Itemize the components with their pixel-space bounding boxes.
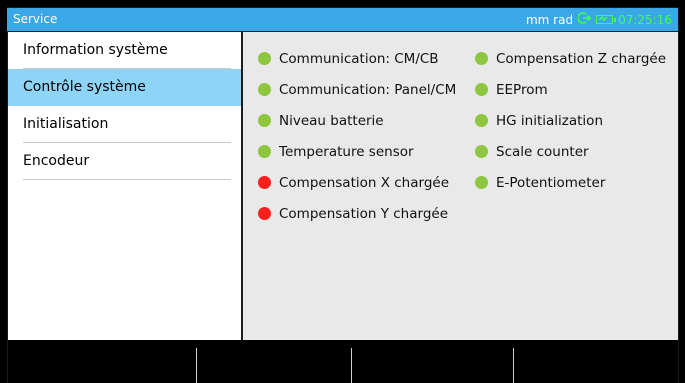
window-title: Service — [13, 12, 58, 26]
sidebar-item-label: Encodeur — [23, 153, 90, 169]
status-item: Scale counter — [475, 136, 666, 167]
status-label: Scale counter — [496, 143, 589, 160]
softkey-divider — [351, 348, 352, 383]
softkey-bar — [8, 340, 678, 383]
softkey-divider — [196, 348, 197, 383]
status-item: HG initialization — [475, 105, 666, 136]
sidebar-menu: Information système Contrôle système Ini… — [8, 32, 241, 340]
status-label: HG initialization — [496, 112, 603, 129]
status-column-right: Compensation Z chargée EEProm HG initial… — [475, 43, 666, 198]
system-check-panel: Communication: CM/CB Communication: Pane… — [243, 32, 678, 340]
status-ok-indicator — [258, 83, 271, 96]
status-label: Communication: Panel/CM — [279, 81, 457, 98]
sidebar-item-encodeur[interactable]: Encodeur — [8, 143, 241, 180]
status-ok-indicator — [475, 83, 488, 96]
status-label: EEProm — [496, 81, 548, 98]
sidebar-item-initialisation[interactable]: Initialisation — [8, 106, 241, 143]
title-bar: Service mm rad 07:25:16 — [7, 8, 678, 31]
status-item: Compensation X chargée — [258, 167, 456, 198]
status-ok-indicator — [258, 52, 271, 65]
status-label: Compensation Z chargée — [496, 50, 667, 67]
status-ok-indicator — [475, 145, 488, 158]
softkey-divider — [513, 348, 514, 383]
status-label: Communication: CM/CB — [279, 50, 439, 67]
status-ok-indicator — [475, 176, 488, 189]
sidebar-item-label: Initialisation — [23, 116, 109, 132]
status-label: Compensation X chargée — [279, 174, 450, 191]
clock: 07:25:16 — [618, 12, 672, 27]
sidebar-item-label: Contrôle système — [23, 79, 146, 95]
status-label: Niveau batterie — [279, 112, 384, 129]
status-column-left: Communication: CM/CB Communication: Pane… — [258, 43, 456, 229]
status-item: Communication: CM/CB — [258, 43, 456, 74]
status-item: Temperature sensor — [258, 136, 456, 167]
status-item: Compensation Y chargée — [258, 198, 456, 229]
sidebar-item-controle-systeme[interactable]: Contrôle système — [8, 69, 241, 106]
status-ok-indicator — [475, 52, 488, 65]
battery-icon — [596, 15, 617, 24]
sidebar-item-information-systeme[interactable]: Information système — [8, 32, 241, 69]
status-ok-indicator — [258, 114, 271, 127]
status-item: Niveau batterie — [258, 105, 456, 136]
status-item: EEProm — [475, 74, 666, 105]
status-item: Communication: Panel/CM — [258, 74, 456, 105]
status-error-indicator — [258, 176, 271, 189]
status-error-indicator — [258, 207, 271, 220]
status-label: E-Potentiometer — [496, 174, 606, 191]
status-item: Compensation Z chargée — [475, 43, 666, 74]
status-ok-indicator — [475, 114, 488, 127]
units-label: mm rad — [525, 12, 574, 27]
status-area: mm rad 07:25:16 — [526, 12, 672, 27]
status-item: E-Potentiometer — [475, 167, 666, 198]
status-ok-indicator — [258, 145, 271, 158]
sidebar-item-label: Information système — [23, 42, 168, 58]
status-label: Temperature sensor — [279, 143, 414, 160]
connection-icon — [577, 12, 592, 27]
device-screen: Service mm rad 07:25:16 Information syst… — [0, 0, 685, 383]
divider — [23, 179, 231, 180]
status-label: Compensation Y chargée — [279, 205, 449, 222]
